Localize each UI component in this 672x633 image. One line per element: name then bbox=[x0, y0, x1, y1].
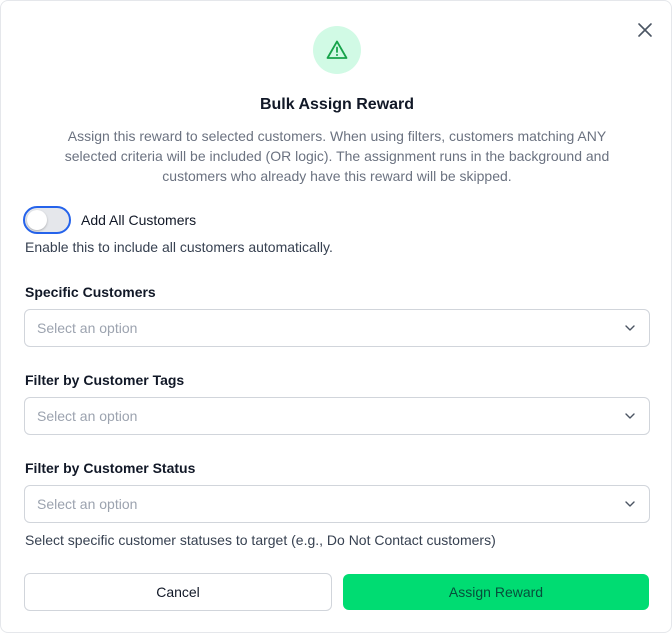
specific-customers-select[interactable]: Select an option bbox=[24, 309, 650, 347]
specific-customers-label: Specific Customers bbox=[25, 284, 156, 300]
customer-tags-select[interactable]: Select an option bbox=[24, 397, 650, 435]
warning-icon-container bbox=[313, 26, 361, 74]
customer-status-label: Filter by Customer Status bbox=[25, 460, 196, 476]
select-placeholder: Select an option bbox=[37, 496, 138, 512]
toggle-knob bbox=[27, 210, 47, 230]
dialog-title: Bulk Assign Reward bbox=[259, 96, 415, 113]
warning-triangle-icon bbox=[326, 40, 348, 59]
customer-status-hint: Select specific customer statuses to tar… bbox=[25, 532, 496, 548]
add-all-customers-toggle[interactable] bbox=[23, 206, 71, 234]
customer-status-select[interactable]: Select an option bbox=[24, 485, 650, 523]
close-button[interactable] bbox=[633, 18, 657, 42]
select-placeholder: Select an option bbox=[37, 320, 138, 336]
add-all-customers-label: Add All Customers bbox=[81, 212, 197, 228]
select-placeholder: Select an option bbox=[37, 408, 138, 424]
chevron-down-icon bbox=[623, 497, 637, 511]
dialog-description: Assign this reward to selected customers… bbox=[64, 128, 610, 184]
bulk-assign-reward-dialog: Bulk Assign Reward Assign this reward to… bbox=[0, 0, 672, 633]
add-all-customers-row: Add All Customers bbox=[23, 206, 196, 234]
chevron-down-icon bbox=[623, 409, 637, 423]
add-all-customers-hint: Enable this to include all customers aut… bbox=[25, 239, 333, 255]
close-icon bbox=[638, 23, 652, 37]
chevron-down-icon bbox=[623, 321, 637, 335]
customer-tags-label: Filter by Customer Tags bbox=[25, 372, 185, 388]
assign-reward-button[interactable]: Assign Reward bbox=[343, 574, 649, 610]
cancel-button[interactable]: Cancel bbox=[24, 573, 332, 611]
